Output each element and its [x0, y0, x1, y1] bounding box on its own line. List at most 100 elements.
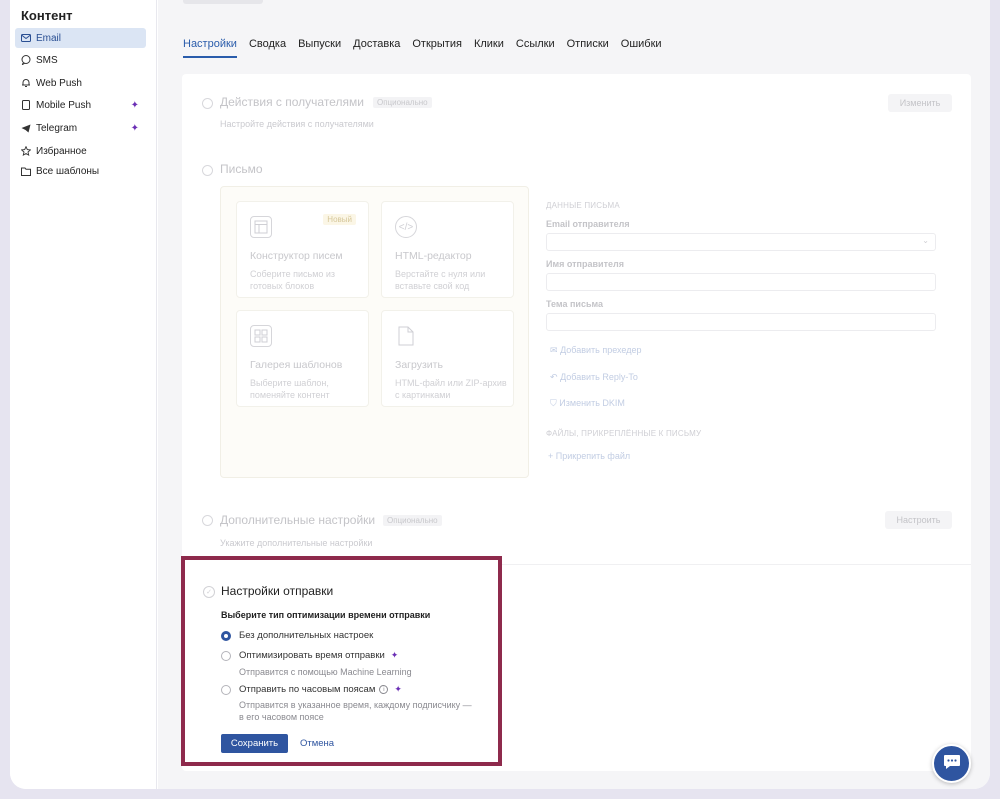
change-dkim-label: Изменить DKIM [559, 398, 625, 408]
radio-button[interactable] [221, 684, 231, 695]
sidebar-item-favorites[interactable]: Избранное [15, 141, 146, 161]
subject-input[interactable] [546, 313, 936, 331]
telegram-icon [21, 123, 31, 133]
sidebar-item-sms[interactable]: SMS [15, 50, 146, 70]
ai-sparkle-icon: ✦ [390, 650, 399, 660]
letter-data-heading: ДАННЫЕ ПИСЬМА [546, 201, 620, 210]
sidebar-item-telegram[interactable]: Telegram ✦ [15, 118, 146, 138]
letter-title: Письмо [220, 162, 263, 176]
tile-email-builder[interactable]: Новый Конструктор писем Соберите письмо … [236, 201, 369, 298]
sidebar-item-all-templates[interactable]: Все шаблоны [15, 161, 146, 181]
sidebar-item-label: Все шаблоны [36, 165, 100, 177]
tab-clicks[interactable]: Клики [474, 38, 504, 58]
advanced-subtitle: Укажите дополнительные настройки [220, 538, 373, 548]
check-circle-icon [202, 515, 213, 526]
send-settings-section: ✓ Настройки отправки Выберите тип оптими… [181, 556, 502, 766]
advanced-title: Дополнительные настройки [220, 513, 376, 527]
optional-badge: Опционально [383, 515, 442, 526]
tab-summary[interactable]: Сводка [249, 38, 286, 58]
check-circle-icon [202, 165, 213, 176]
add-preheader-link[interactable]: ✉ Добавить прехедер [550, 345, 642, 356]
tile-title: Конструктор писем [250, 250, 343, 262]
sender-email-label: Email отправителя [546, 219, 630, 229]
sidebar-item-web-push[interactable]: Web Push [15, 73, 146, 93]
chat-icon [943, 754, 961, 773]
radio-label: Без дополнительных настроек [239, 630, 374, 641]
sidebar-item-label: Telegram [36, 122, 78, 134]
radio-label: Оптимизировать время отправки [239, 650, 385, 661]
layout-icon [250, 216, 272, 238]
check-circle-icon [202, 98, 213, 109]
subject-label: Тема письма [546, 299, 604, 309]
tile-html-editor[interactable]: </> HTML-редактор Верстайте с нуля или в… [381, 201, 514, 298]
sidebar-item-label: Избранное [36, 145, 87, 157]
sidebar-item-label: Web Push [36, 77, 82, 89]
code-icon: </> [395, 216, 417, 238]
files-heading: ФАЙЛЫ, ПРИКРЕПЛЁННЫЕ К ПИСЬМУ [546, 429, 702, 438]
top-stub [183, 0, 263, 4]
chat-support-button[interactable] [932, 744, 971, 783]
attach-file-link[interactable]: + Прикрепить файл [548, 451, 630, 461]
sidebar-item-email[interactable]: Email [15, 28, 146, 48]
sidebar-item-label: Email [36, 32, 62, 44]
sidebar-title: Контент [21, 8, 73, 23]
add-reply-to-label: Добавить Reply-To [560, 372, 638, 382]
advanced-configure-button[interactable]: Настроить [885, 511, 952, 529]
tile-title: Галерея шаблонов [250, 359, 343, 371]
tile-upload[interactable]: Загрузить HTML-файл или ZIP-архив с карт… [381, 310, 514, 407]
recipients-title: Действия с получателями [220, 95, 364, 109]
ai-sparkle-icon: ✦ [394, 684, 402, 694]
grid-icon [250, 325, 272, 347]
cancel-button[interactable]: Отмена [300, 738, 334, 749]
radio-button[interactable] [221, 630, 231, 641]
change-dkim-link[interactable]: ⛉ Изменить DKIM [550, 398, 625, 409]
tile-desc: Соберите письмо из готовых блоков [250, 269, 336, 291]
tab-delivery[interactable]: Доставка [353, 38, 400, 58]
optional-badge: Опционально [373, 97, 432, 108]
radio-option-timezones[interactable]: Отправить по часовым поясам i ✦ [221, 684, 402, 695]
sender-name-input[interactable] [546, 273, 936, 291]
save-button[interactable]: Сохранить [221, 734, 288, 753]
tile-desc: Выберите шаблон, поменяйте контент [250, 378, 330, 400]
sidebar-item-label: SMS [36, 54, 58, 66]
new-badge: Новый [323, 214, 356, 225]
radio-desc: в его часовом поясе [239, 712, 324, 722]
phone-icon [21, 100, 31, 110]
radio-option-optimize-time[interactable]: Оптимизировать время отправки ✦ [221, 650, 398, 661]
tab-bar: Настройки Сводка Выпуски Доставка Открыт… [183, 38, 662, 58]
envelope-icon: ✉ [550, 345, 558, 355]
mail-icon [21, 33, 31, 43]
file-icon [395, 325, 417, 347]
recipients-subtitle: Настройте действия с получателями [220, 119, 374, 129]
tab-errors[interactable]: Ошибки [621, 38, 662, 58]
sender-email-select[interactable]: ⌄ [546, 233, 936, 251]
tile-title: HTML-редактор [395, 250, 472, 262]
add-reply-to-link[interactable]: ↶ Добавить Reply-To [550, 372, 638, 383]
tab-unsubscribes[interactable]: Отписки [567, 38, 609, 58]
radio-label: Отправить по часовым поясам [239, 684, 376, 695]
radio-option-no-settings[interactable]: Без дополнительных настроек [221, 630, 373, 641]
ai-sparkle-icon: ✦ [130, 122, 139, 134]
info-icon[interactable]: i [379, 685, 389, 694]
folder-icon [21, 166, 31, 176]
sidebar-item-label: Mobile Push [36, 99, 92, 111]
tab-opens[interactable]: Открытия [412, 38, 462, 58]
radio-desc: Отправится с помощью Machine Learning [239, 667, 412, 677]
add-preheader-label: Добавить прехедер [560, 345, 642, 355]
star-icon [21, 146, 31, 156]
sidebar: Контент Email SMS Web Push Mobile Push ✦ [10, 0, 157, 789]
tab-links[interactable]: Ссылки [516, 38, 555, 58]
radio-button[interactable] [221, 650, 231, 661]
tile-template-gallery[interactable]: Галерея шаблонов Выберите шаблон, поменя… [236, 310, 369, 407]
recipients-edit-button[interactable]: Изменить [888, 94, 952, 112]
sidebar-item-mobile-push[interactable]: Mobile Push ✦ [15, 95, 146, 115]
editor-choice-box: Новый Конструктор писем Соберите письмо … [220, 186, 529, 478]
tab-settings[interactable]: Настройки [183, 38, 237, 58]
ai-sparkle-icon: ✦ [130, 99, 139, 111]
chevron-down-icon: ⌄ [922, 236, 929, 245]
tab-releases[interactable]: Выпуски [298, 38, 341, 58]
send-settings-title: Настройки отправки [221, 584, 334, 598]
bell-icon [21, 78, 31, 88]
sender-name-label: Имя отправителя [546, 259, 624, 269]
tile-title: Загрузить [395, 359, 443, 371]
